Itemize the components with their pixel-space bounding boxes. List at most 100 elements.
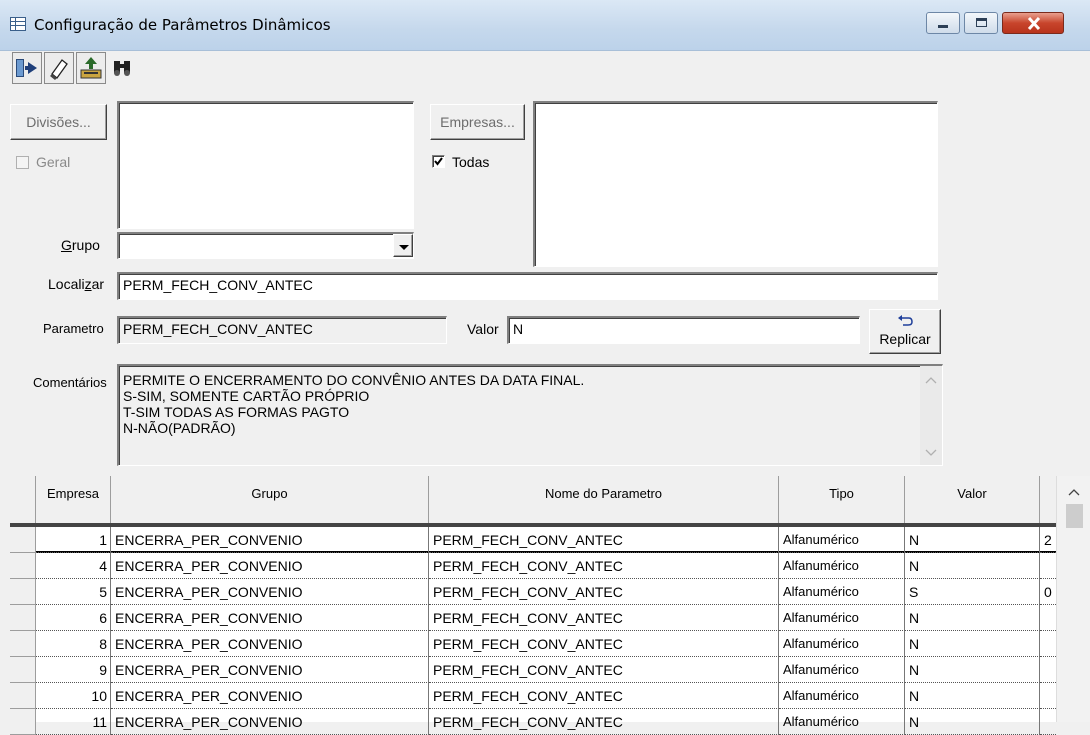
- cell-nome[interactable]: PERM_FECH_CONV_ANTEC: [429, 709, 779, 735]
- cell-extra[interactable]: [1040, 605, 1056, 631]
- cell-valor[interactable]: N: [905, 527, 1040, 553]
- cell-extra[interactable]: 0: [1040, 579, 1056, 605]
- row-indicator[interactable]: [10, 527, 36, 553]
- cell-valor[interactable]: N: [905, 553, 1040, 579]
- column-header-grupo[interactable]: Grupo: [111, 476, 429, 523]
- localizar-value: PERM_FECH_CONV_ANTEC: [123, 277, 313, 293]
- cell-extra[interactable]: [1040, 657, 1056, 683]
- row-indicator[interactable]: [10, 579, 36, 605]
- cell-grupo[interactable]: ENCERRA_PER_CONVENIO: [111, 605, 429, 631]
- cell-grupo[interactable]: ENCERRA_PER_CONVENIO: [111, 631, 429, 657]
- cell-tipo[interactable]: Alfanumérico: [779, 527, 905, 553]
- todas-checkbox[interactable]: [432, 155, 445, 168]
- table-row[interactable]: 11 ENCERRA_PER_CONVENIO PERM_FECH_CONV_ANT…: [10, 709, 1056, 735]
- cell-extra[interactable]: [1040, 553, 1056, 579]
- cell-empresa[interactable]: 6: [36, 605, 111, 631]
- cell-grupo[interactable]: ENCERRA_PER_CONVENIO: [111, 683, 429, 709]
- table-row[interactable]: 9 ENCERRA_PER_CONVENIO PERM_FECH_CONV_ANTE…: [10, 657, 1056, 683]
- cell-empresa[interactable]: 4: [36, 553, 111, 579]
- checkmark-icon: [434, 157, 443, 166]
- table-row[interactable]: 5 ENCERRA_PER_CONVENIO PERM_FECH_CONV_ANTE…: [10, 579, 1056, 605]
- cell-valor[interactable]: N: [905, 631, 1040, 657]
- row-indicator[interactable]: [10, 553, 36, 579]
- divisoes-button[interactable]: Divisões...: [10, 104, 107, 140]
- cell-empresa[interactable]: 11: [36, 709, 111, 735]
- cell-empresa[interactable]: 10: [36, 683, 111, 709]
- table-row[interactable]: 1 ENCERRA_PER_CONVENIO PERM_FECH_CONV_ANTE…: [10, 527, 1056, 553]
- scroll-down-icon[interactable]: [925, 449, 937, 457]
- column-header-valor[interactable]: Valor: [905, 476, 1040, 523]
- find-button[interactable]: [108, 52, 138, 84]
- cell-nome[interactable]: PERM_FECH_CONV_ANTEC: [429, 657, 779, 683]
- close-button[interactable]: [1002, 12, 1064, 34]
- exit-button[interactable]: [12, 52, 42, 84]
- table-scrollbar[interactable]: [1056, 476, 1090, 722]
- row-indicator[interactable]: [10, 657, 36, 683]
- cell-valor[interactable]: S: [905, 579, 1040, 605]
- cell-nome[interactable]: PERM_FECH_CONV_ANTEC: [429, 579, 779, 605]
- scroll-up-icon[interactable]: [1068, 488, 1080, 496]
- grupo-select[interactable]: [117, 232, 414, 259]
- cell-nome[interactable]: PERM_FECH_CONV_ANTEC: [429, 683, 779, 709]
- comentarios-scrollbar[interactable]: [920, 366, 942, 465]
- column-header-tipo[interactable]: Tipo: [779, 476, 905, 523]
- replicar-button[interactable]: Replicar: [869, 309, 941, 354]
- cell-tipo[interactable]: Alfanumérico: [779, 553, 905, 579]
- comentarios-textarea[interactable]: PERMITE O ENCERRAMENTO DO CONVÊNIO ANTES…: [117, 364, 943, 466]
- restore-icon: [976, 18, 987, 27]
- empresas-list[interactable]: [533, 101, 938, 267]
- row-indicator[interactable]: [10, 683, 36, 709]
- row-indicator[interactable]: [10, 631, 36, 657]
- cell-nome[interactable]: PERM_FECH_CONV_ANTEC: [429, 553, 779, 579]
- cell-valor[interactable]: N: [905, 605, 1040, 631]
- column-header-extra: [1040, 476, 1056, 523]
- column-header-empresa[interactable]: Empresa: [36, 476, 111, 523]
- table-row[interactable]: 10 ENCERRA_PER_CONVENIO PERM_FECH_CONV_ANT…: [10, 683, 1056, 709]
- cell-grupo[interactable]: ENCERRA_PER_CONVENIO: [111, 709, 429, 735]
- table-row[interactable]: 8 ENCERRA_PER_CONVENIO PERM_FECH_CONV_ANTE…: [10, 631, 1056, 657]
- row-indicator[interactable]: [10, 709, 36, 735]
- cell-extra[interactable]: [1040, 709, 1056, 735]
- window-title: Configuração de Parâmetros Dinâmicos: [34, 16, 331, 34]
- table-row[interactable]: 6 ENCERRA_PER_CONVENIO PERM_FECH_CONV_ANTE…: [10, 605, 1056, 631]
- cell-tipo[interactable]: Alfanumérico: [779, 709, 905, 735]
- cell-valor[interactable]: N: [905, 683, 1040, 709]
- divisoes-list[interactable]: [117, 101, 414, 229]
- geral-checkbox[interactable]: [16, 156, 29, 169]
- cell-empresa[interactable]: 8: [36, 631, 111, 657]
- grupo-dropdown-button[interactable]: [393, 234, 413, 257]
- cell-nome[interactable]: PERM_FECH_CONV_ANTEC: [429, 527, 779, 553]
- row-indicator[interactable]: [10, 605, 36, 631]
- valor-input[interactable]: N: [507, 316, 860, 344]
- cell-empresa[interactable]: 9: [36, 657, 111, 683]
- cell-extra[interactable]: [1040, 631, 1056, 657]
- cell-grupo[interactable]: ENCERRA_PER_CONVENIO: [111, 657, 429, 683]
- cell-empresa[interactable]: 5: [36, 579, 111, 605]
- cell-tipo[interactable]: Alfanumérico: [779, 579, 905, 605]
- cell-grupo[interactable]: ENCERRA_PER_CONVENIO: [111, 579, 429, 605]
- save-button[interactable]: [76, 52, 106, 84]
- localizar-input[interactable]: PERM_FECH_CONV_ANTEC: [117, 272, 938, 300]
- cell-valor[interactable]: N: [905, 657, 1040, 683]
- cell-nome[interactable]: PERM_FECH_CONV_ANTEC: [429, 631, 779, 657]
- column-header-nome[interactable]: Nome do Parametro: [429, 476, 779, 523]
- scroll-up-icon[interactable]: [925, 376, 937, 384]
- cell-grupo[interactable]: ENCERRA_PER_CONVENIO: [111, 527, 429, 553]
- parameters-table[interactable]: Empresa Grupo Nome do Parametro Tipo Val…: [10, 476, 1090, 735]
- cell-extra[interactable]: 2: [1040, 527, 1056, 553]
- scroll-thumb[interactable]: [1066, 504, 1083, 528]
- minimize-button[interactable]: [926, 12, 960, 34]
- cell-grupo[interactable]: ENCERRA_PER_CONVENIO: [111, 553, 429, 579]
- cell-tipo[interactable]: Alfanumérico: [779, 683, 905, 709]
- maximize-button[interactable]: [964, 12, 998, 34]
- cell-extra[interactable]: [1040, 683, 1056, 709]
- clear-button[interactable]: [44, 52, 74, 84]
- cell-nome[interactable]: PERM_FECH_CONV_ANTEC: [429, 605, 779, 631]
- table-row[interactable]: 4 ENCERRA_PER_CONVENIO PERM_FECH_CONV_ANTE…: [10, 553, 1056, 579]
- cell-empresa[interactable]: 1: [36, 527, 111, 553]
- cell-tipo[interactable]: Alfanumérico: [779, 605, 905, 631]
- cell-tipo[interactable]: Alfanumérico: [779, 631, 905, 657]
- empresas-button[interactable]: Empresas...: [430, 104, 525, 140]
- cell-valor[interactable]: N: [905, 709, 1040, 735]
- cell-tipo[interactable]: Alfanumérico: [779, 657, 905, 683]
